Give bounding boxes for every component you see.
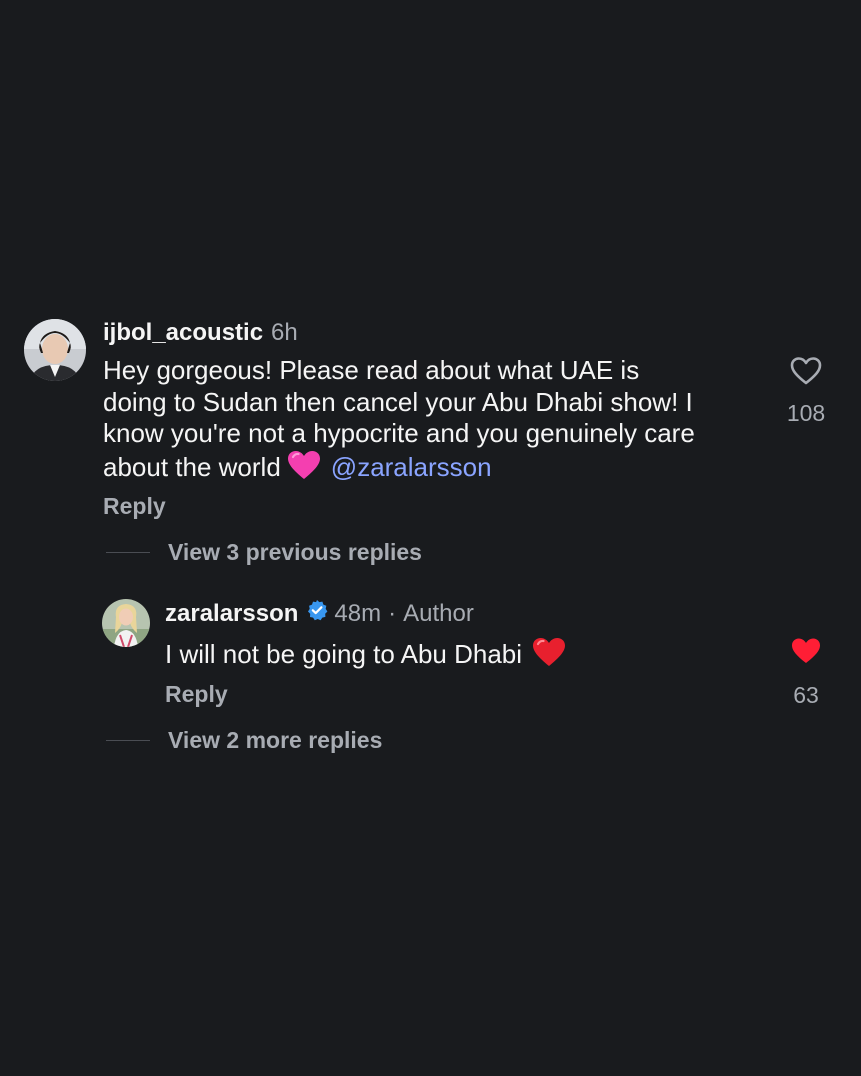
comment-line: Hey gorgeous! Please read about what UAE… [103,355,640,385]
author-label: Author [403,600,474,627]
reply-header: zaralarsson 48m · Author [165,599,474,629]
mention-link[interactable]: @zaralarsson [331,452,492,482]
reply-username[interactable]: zaralarsson [165,599,298,629]
comment-line: about the world [103,451,281,482]
reply-like-count: 63 [793,682,819,708]
avatar-photo [102,599,150,647]
reply-body: I will not be going to Abu Dhabi [165,637,572,675]
comment-like-column: 108 [776,356,836,427]
comment-line-last: about the world @zaralarsson [103,450,783,488]
red-heart-emoji [532,637,566,675]
heart-outline-icon[interactable] [790,356,822,391]
reply-separator: · [388,600,397,627]
comments-thread: ijbol_acoustic 6h Hey gorgeous! Please r… [0,0,861,1076]
comment-username[interactable]: ijbol_acoustic [103,318,263,348]
comment-time: 6h [271,319,298,346]
view-previous-replies-label: View 3 previous replies [168,539,422,565]
view-more-replies-button[interactable]: View 2 more replies [106,726,382,754]
thread-divider-line [106,739,150,741]
comment-line: know you're not a hypocrite and you genu… [103,418,695,448]
verified-badge-icon [306,599,328,629]
avatar-zaralarsson[interactable] [102,599,150,647]
comment-body: Hey gorgeous! Please read about what UAE… [103,355,783,487]
view-previous-replies-button[interactable]: View 3 previous replies [106,538,422,566]
comment-like-count: 108 [786,400,826,426]
reply-time: 48m [334,600,382,627]
view-more-replies-label: View 2 more replies [168,727,383,753]
reply-like-column: 63 [776,636,836,709]
avatar-photo [24,319,86,381]
comment-line: doing to Sudan then cancel your Abu Dhab… [103,386,693,417]
heart-filled-icon[interactable] [790,636,822,671]
pink-heart-emoji [287,450,321,488]
reply-reply-button[interactable]: Reply [165,680,228,708]
reply-text: I will not be going to Abu Dhabi [165,639,523,669]
comment-header: ijbol_acoustic 6h [103,318,298,348]
avatar-ijbol-acoustic[interactable] [24,319,86,381]
thread-divider-line [106,551,150,553]
comment-reply-button[interactable]: Reply [103,492,166,520]
